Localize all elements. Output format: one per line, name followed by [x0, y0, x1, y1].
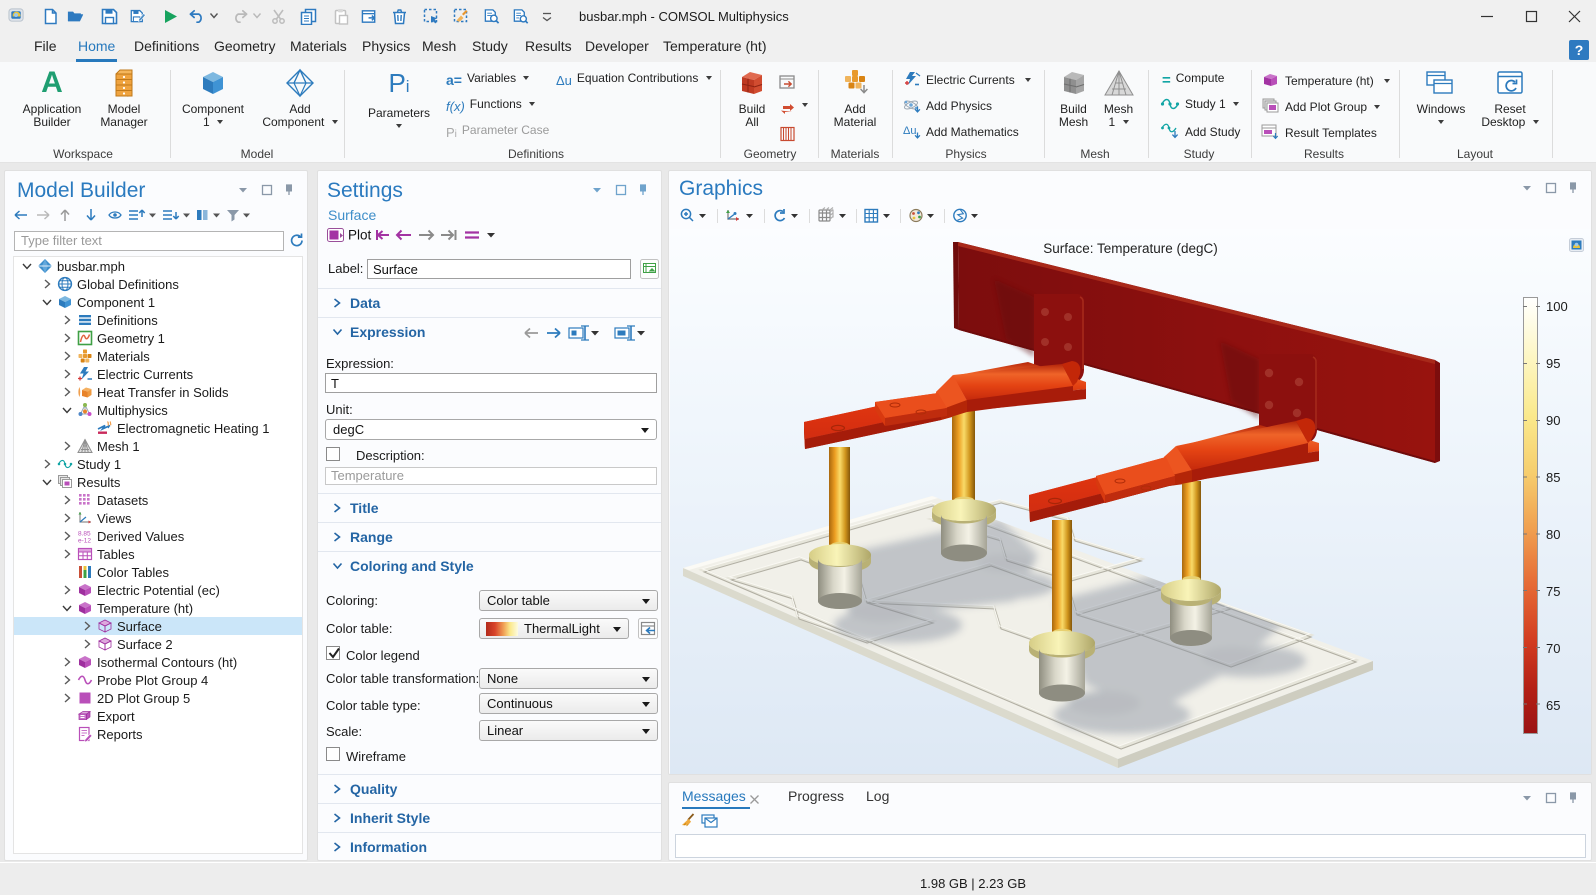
- svg-text:Plot: Plot: [348, 228, 372, 243]
- svg-text:Δu: Δu: [903, 125, 916, 137]
